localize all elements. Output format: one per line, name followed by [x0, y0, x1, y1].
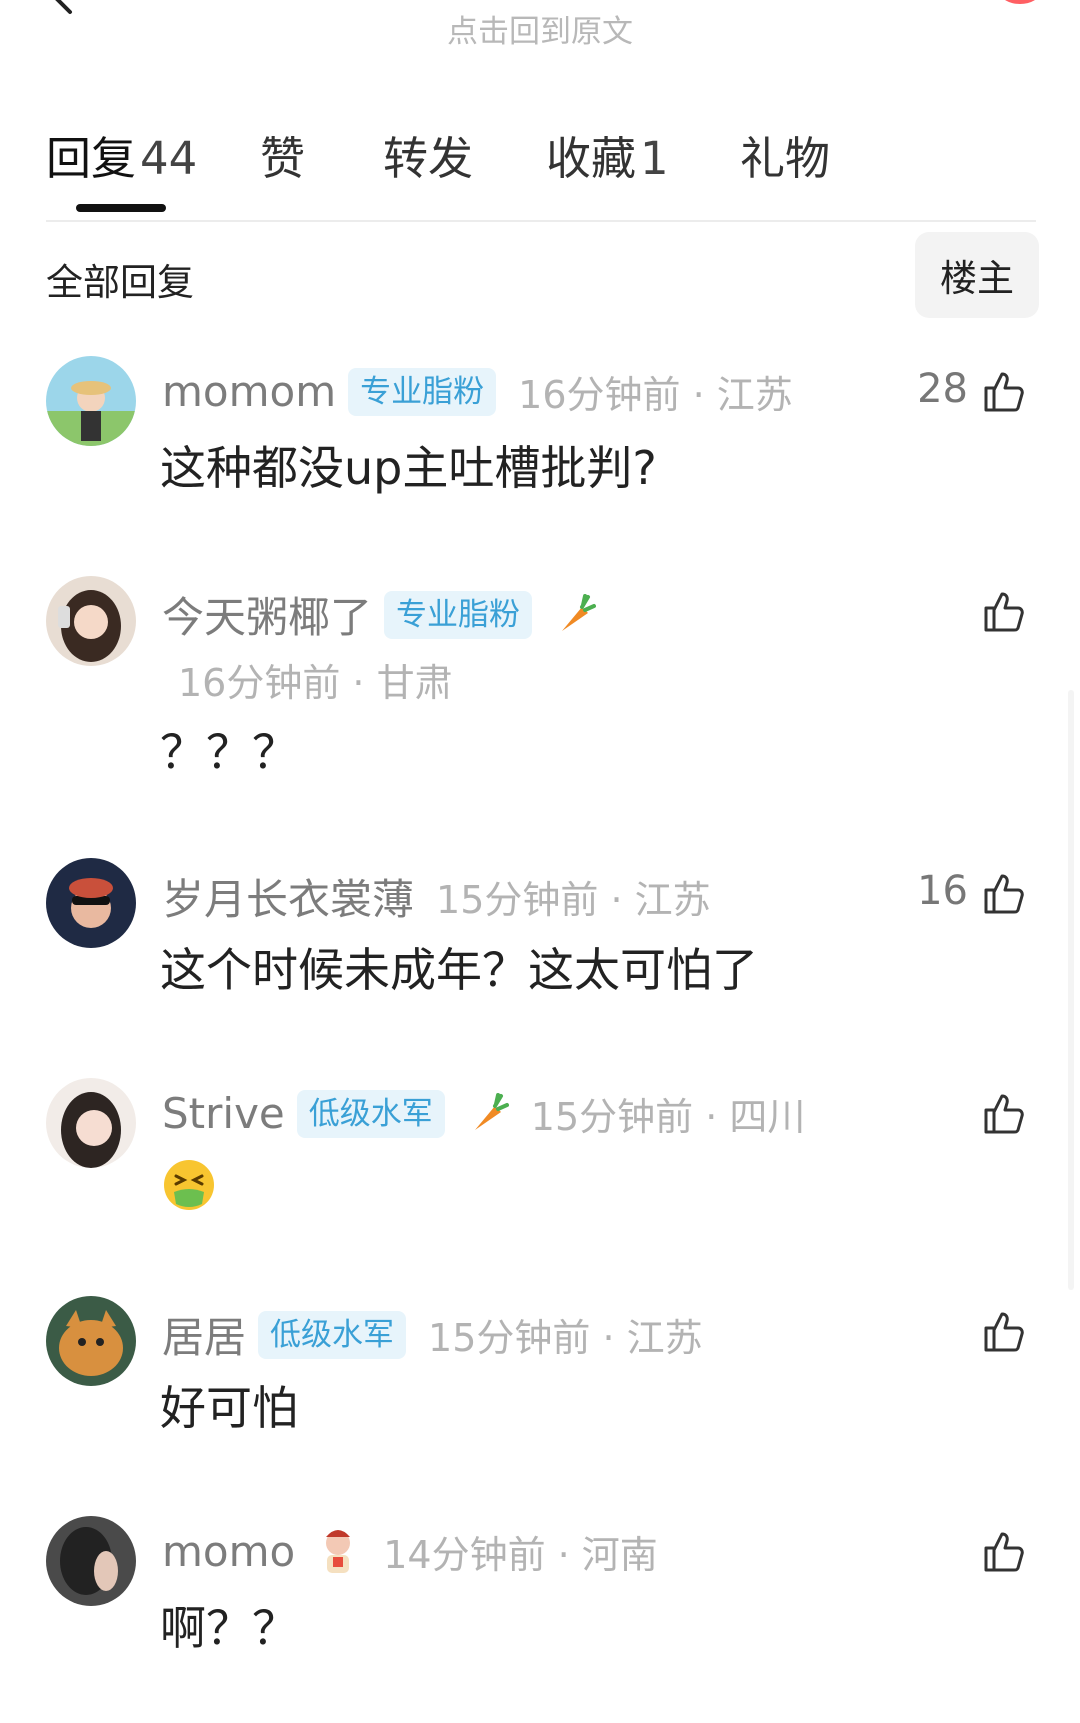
thumbs-up-icon[interactable] [980, 1088, 1028, 1136]
time-location: 15分钟前 · 江苏 [436, 878, 711, 922]
avatar-image [46, 1516, 136, 1606]
time-location: 16分钟前 · 甘肃 [178, 661, 453, 705]
fan-badge: 专业脂粉 [348, 367, 497, 416]
comment-meta: momo 14分钟前 · 河南 [162, 1524, 658, 1579]
username[interactable]: 今天粥椰了 [162, 584, 372, 645]
tab-gifts-label: 礼物 [740, 132, 831, 185]
tab-favorites[interactable]: 收藏1 [546, 122, 669, 187]
username[interactable]: Strive [162, 1089, 285, 1138]
avatar-image [46, 576, 136, 666]
username[interactable]: 岁月长衣裳薄 [162, 866, 414, 927]
top-bar: 点击回到原文 [0, 0, 1080, 80]
notification-dot [1000, 0, 1040, 4]
tab-replies[interactable]: 回复44 [46, 122, 197, 187]
tab-reposts[interactable]: 转发 [383, 122, 473, 187]
tab-replies-count: 44 [140, 132, 198, 185]
tab-reposts-label: 转发 [383, 132, 474, 185]
tab-likes[interactable]: 赞 [260, 122, 305, 187]
back-to-post-link[interactable]: 点击回到原文 [0, 6, 1080, 51]
like-count: 28 [917, 366, 968, 412]
tab-active-indicator [76, 204, 166, 212]
comment-text: 这个时候未成年？这太可怕了 [160, 943, 758, 997]
tab-favorites-count: 1 [640, 132, 669, 185]
avatar[interactable] [46, 1078, 136, 1168]
time-location: 15分钟前 · 江苏 [428, 1316, 703, 1360]
time-location: 15分钟前 · 四川 [530, 1095, 806, 1139]
comment-meta: momom 专业脂粉 16分钟前 · 江苏 [162, 364, 793, 419]
tab-favorites-label: 收藏 [546, 132, 637, 185]
comment-text: 啊？？ [160, 1601, 298, 1655]
like-count: 16 [917, 868, 968, 914]
comment-meta: 今天粥椰了 专业脂粉 [162, 584, 597, 645]
avatar-image [46, 1078, 136, 1168]
scrollbar[interactable] [1068, 690, 1074, 1290]
nauseated-face-icon [164, 1160, 214, 1210]
avatar-image [46, 858, 136, 948]
carrot-icon [562, 593, 597, 631]
avatar[interactable] [46, 576, 136, 666]
thumbs-up-icon[interactable] [980, 1306, 1028, 1354]
comment-text: 这种都没up主吐槽批判? [160, 441, 657, 495]
thumbs-up-icon[interactable] [980, 366, 1028, 414]
tab-bar: 回复44 赞 转发 收藏1 礼物 [46, 110, 1036, 222]
avatar[interactable] [46, 858, 136, 948]
comment-meta: Strive 低级水军 15分钟前 · 四川 [162, 1086, 805, 1141]
comment-text: ？？？ [160, 725, 298, 779]
username[interactable]: momo [162, 1527, 295, 1576]
username[interactable]: 居居 [162, 1304, 246, 1365]
avatar[interactable] [46, 1296, 136, 1386]
avatar-image [46, 356, 136, 446]
comment-meta: 居居 低级水军 15分钟前 · 江苏 [162, 1304, 703, 1365]
fan-badge: 专业脂粉 [384, 590, 533, 639]
carrot-icon [474, 1092, 509, 1130]
thumbs-up-icon[interactable] [980, 1526, 1028, 1574]
username[interactable]: momom [162, 367, 336, 416]
avatar[interactable] [46, 1516, 136, 1606]
fan-badge: 低级水军 [258, 1310, 407, 1359]
tab-gifts[interactable]: 礼物 [740, 122, 830, 187]
avatar-image [46, 1296, 136, 1386]
time-location: 14分钟前 · 河南 [383, 1533, 658, 1577]
comment-text: 好可怕 [160, 1381, 298, 1435]
tab-likes-label: 赞 [260, 132, 306, 185]
fan-badge: 低级水军 [296, 1089, 445, 1138]
section-title: 全部回复 [46, 261, 194, 304]
thumbs-up-icon[interactable] [980, 868, 1028, 916]
owner-filter-button[interactable]: 楼主 [915, 232, 1039, 318]
tab-replies-label: 回复 [46, 132, 137, 185]
comment-meta: 岁月长衣裳薄 15分钟前 · 江苏 [162, 866, 711, 927]
time-location: 16分钟前 · 江苏 [518, 373, 793, 417]
thumbs-up-icon[interactable] [980, 586, 1028, 634]
avatar[interactable] [46, 356, 136, 446]
doll-icon [326, 1529, 351, 1573]
